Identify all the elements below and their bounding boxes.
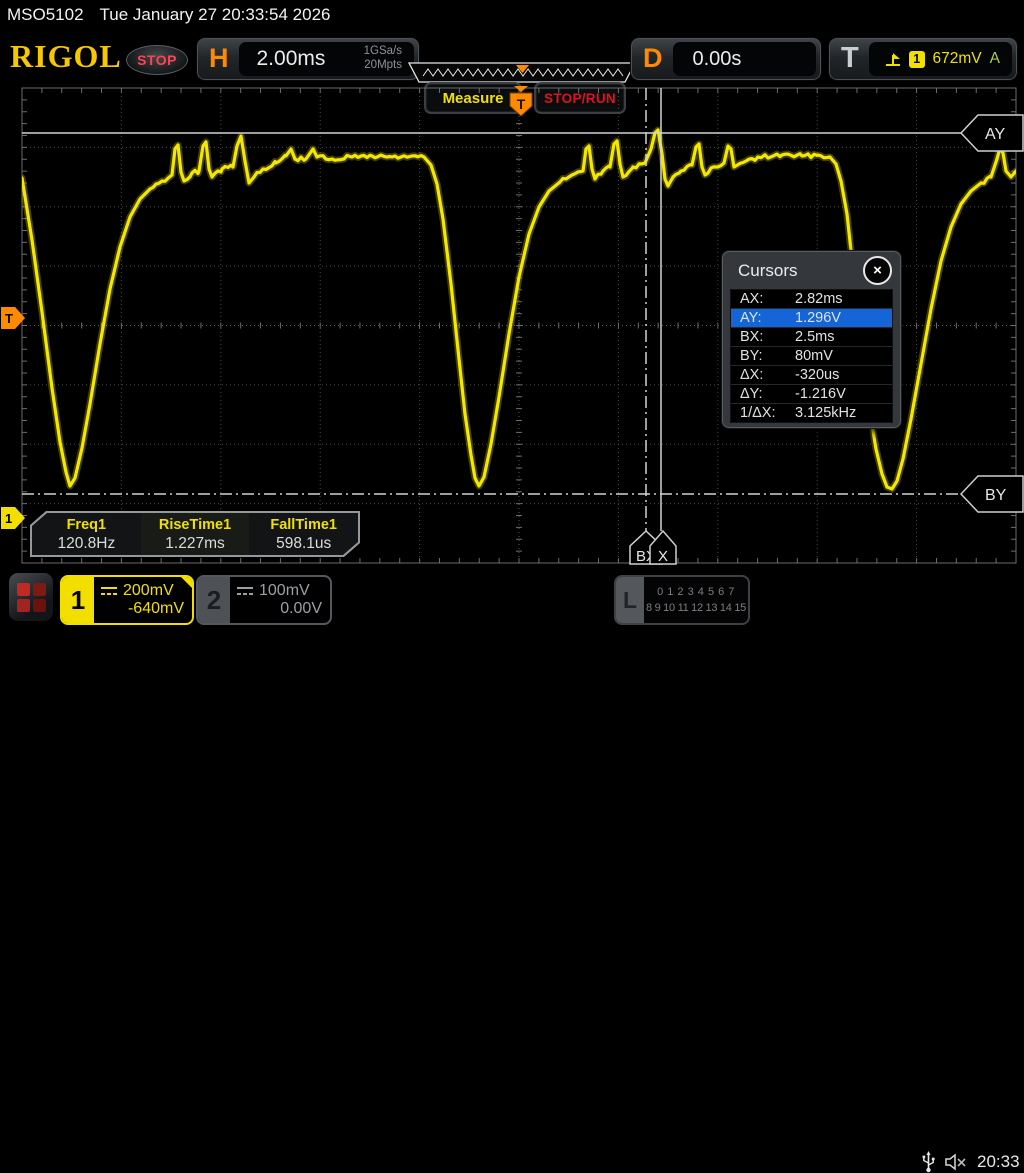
- cursor-readout-row[interactable]: AY:1.296V: [731, 309, 892, 328]
- menu-grid-icon: [17, 583, 46, 612]
- cursor-readout-row[interactable]: BX:2.5ms: [731, 328, 892, 347]
- cursor-readout-row[interactable]: BY:80mV: [731, 347, 892, 366]
- memory-depth: 20Mpts: [364, 59, 402, 73]
- trigger-position-pointer: [514, 86, 528, 92]
- cursors-panel[interactable]: Cursors × AX:2.82msAY:1.296VBX:2.5msBY:8…: [721, 250, 902, 429]
- run-state-indicator[interactable]: STOP: [126, 45, 188, 75]
- svg-text:1: 1: [5, 511, 12, 526]
- usb-icon: [922, 1151, 935, 1173]
- rigol-logo: RIGOL: [10, 38, 122, 75]
- horizontal-badge: H: [197, 43, 239, 76]
- channel2-panel[interactable]: 2 100mV 0.00V: [196, 575, 332, 625]
- close-icon[interactable]: ×: [863, 256, 892, 285]
- speaker-muted-icon[interactable]: [944, 1152, 968, 1172]
- sample-rate: 1GSa/s: [364, 45, 402, 59]
- menu-grid-button[interactable]: [8, 572, 54, 622]
- cursor-ax-label: X: [658, 548, 668, 565]
- delay-panel[interactable]: D 0.00s: [630, 37, 822, 81]
- cursor-by-label: BY: [985, 487, 1007, 504]
- trigger-level-value: 672mV: [933, 50, 982, 68]
- channel2-scale: 100mV: [259, 582, 310, 600]
- svg-text:T: T: [5, 311, 13, 326]
- bottom-bar: 1 200mV -640mV 2: [0, 565, 1024, 630]
- cursor-readout-row[interactable]: ΔX:-320us: [731, 366, 892, 385]
- horizontal-panel[interactable]: H 2.00ms 1GSa/s 20Mpts: [196, 37, 420, 81]
- channel1-tab[interactable]: 1: [62, 577, 94, 623]
- cursors-readout-list: AX:2.82msAY:1.296VBX:2.5msBY:80mVΔX:-320…: [730, 289, 893, 423]
- titlebar: MSO5102 Tue January 27 20:33:54 2026: [7, 5, 330, 25]
- logic-row-1: 0 1 2 3 4 5 6 7: [644, 584, 748, 601]
- trigger-badge: T: [829, 42, 869, 77]
- trigger-source-badge: 1: [909, 51, 925, 68]
- logic-row-2: 8 9 10 11 12 13 14 15: [644, 600, 748, 617]
- dc-coupling-icon: [100, 586, 118, 596]
- delay-value: 0.00s: [673, 48, 817, 71]
- measurement-item[interactable]: FallTime1598.1us: [249, 513, 358, 555]
- timebase-value: 2.00ms: [239, 47, 364, 71]
- trigger-panel[interactable]: T 1 672mV A: [828, 37, 1018, 81]
- measurement-item[interactable]: RiseTime11.227ms: [141, 513, 250, 555]
- cursor-readout-row[interactable]: AX:2.82ms: [731, 290, 892, 309]
- measurement-item[interactable]: Freq1120.8Hz: [32, 513, 141, 555]
- channel2-offset: 0.00V: [280, 600, 322, 618]
- trigger-slope-icon: [883, 50, 901, 68]
- model-name: MSO5102: [7, 5, 84, 25]
- waveform-position-bar[interactable]: [408, 62, 636, 83]
- channel1-scale: 200mV: [123, 582, 174, 600]
- logic-channels-panel[interactable]: L 0 1 2 3 4 5 6 7 8 9 10 11 12 13 14 15: [614, 575, 750, 625]
- delay-badge: D: [631, 43, 673, 76]
- cursors-panel-title: Cursors: [738, 261, 863, 281]
- trigger-mode: A: [990, 50, 1012, 68]
- datetime: Tue January 27 20:33:54 2026: [100, 5, 331, 25]
- dc-coupling-icon: [236, 586, 254, 596]
- logic-tab[interactable]: L: [616, 577, 644, 623]
- cursor-readout-row[interactable]: ΔY:-1.216V: [731, 385, 892, 404]
- channel1-offset: -640mV: [128, 600, 184, 618]
- measurements-box[interactable]: Freq1120.8HzRiseTime11.227msFallTime1598…: [30, 511, 360, 557]
- header-bar: RIGOL STOP H 2.00ms 1GSa/s 20Mpts Measur…: [0, 30, 1024, 85]
- cursor-readout-row[interactable]: 1/ΔX:3.125kHz: [731, 404, 892, 422]
- cursor-ay-label: AY: [985, 126, 1005, 143]
- channel1-corner-fold: [181, 577, 192, 588]
- channel2-tab[interactable]: 2: [198, 577, 230, 623]
- svg-text:T: T: [517, 96, 526, 112]
- channel1-panel[interactable]: 1 200mV -640mV: [60, 575, 194, 625]
- clock: 20:33: [977, 1152, 1020, 1172]
